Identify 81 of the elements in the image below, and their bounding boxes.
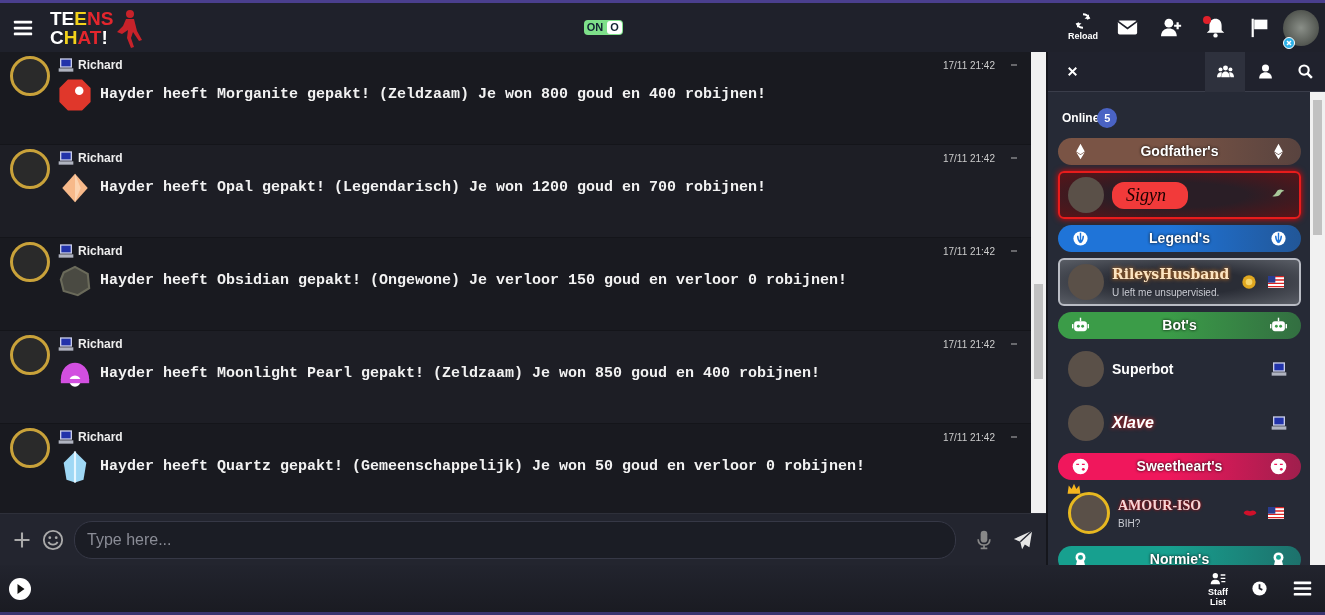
username[interactable]: Richard <box>78 335 123 353</box>
group-tab[interactable] <box>1205 51 1245 92</box>
close-icon[interactable] <box>1065 65 1079 78</box>
online-count: 5 <box>1097 108 1118 128</box>
avatar <box>1068 351 1104 387</box>
striped-flag-icon <box>1265 274 1287 290</box>
microphone-button[interactable] <box>974 529 994 550</box>
computer-icon <box>58 150 74 166</box>
computer-icon <box>58 429 74 445</box>
alert-dot <box>1203 15 1211 24</box>
group-label: Sweetheart's <box>1136 457 1223 476</box>
message-input[interactable]: Type here... <box>74 520 956 559</box>
history-button[interactable] <box>1251 580 1268 597</box>
computer-icon <box>1271 415 1287 431</box>
avatar <box>10 428 50 468</box>
message-text: Hayder heeft Moonlight Pearl gepakt! (Zeldzaam) Je won 850 goud en 400 robijnen! <box>100 363 821 384</box>
close-badge-icon <box>1283 36 1295 49</box>
staff-list-button[interactable]: Staff List <box>1201 570 1235 607</box>
status-message: U left me unsupervisied. <box>1112 286 1220 300</box>
group-icon <box>1216 63 1234 80</box>
timestamp: 17/11 21:42 <box>942 151 995 166</box>
robot-icon <box>1072 317 1089 334</box>
emblem-icon <box>1072 230 1089 247</box>
computer-icon <box>1271 361 1287 377</box>
avatar <box>1068 405 1104 441</box>
bell-icon <box>1204 17 1226 38</box>
group-label: Normie's <box>1149 550 1210 565</box>
avatar <box>10 56 50 96</box>
avatar <box>1068 177 1104 213</box>
send-button[interactable] <box>1012 528 1034 551</box>
username[interactable]: Xlave <box>1112 411 1154 435</box>
username[interactable]: Superbot <box>1112 358 1174 380</box>
message-text: Hayder heeft Morganite gepakt! (Zeldzaam) Je won 800 goud en 400 robijnen! <box>100 84 767 105</box>
computer-icon <box>58 336 74 352</box>
message-text: Hayder heeft Quartz gepakt! (Gemeenschappelijk) Je won 50 goud en verloor 0 robijnen! <box>100 456 866 477</box>
group-label: Legend's <box>1149 229 1210 248</box>
striped-flag-icon <box>1265 505 1287 521</box>
add-user-icon <box>1160 17 1182 38</box>
message-text: Hayder heeft Opal gepakt! (Legendarisch) Je won 1200 goud en 700 robijnen! <box>100 177 767 198</box>
timestamp: 17/11 21:42 <box>942 58 995 73</box>
computer-icon <box>58 57 74 73</box>
logo-text: TEENS <box>50 8 114 28</box>
user-card[interactable]: Sigyn <box>1058 171 1301 219</box>
face-icon <box>1072 458 1089 475</box>
status-toggle[interactable]: ON O <box>583 20 623 35</box>
avatar <box>10 242 50 282</box>
username[interactable]: AMOUR-ISO <box>1118 495 1202 516</box>
group-label: Bot's <box>1162 316 1197 335</box>
username[interactable]: RileysHusband <box>1112 264 1230 285</box>
reload-icon <box>1074 11 1092 30</box>
user-icon <box>1256 63 1274 80</box>
face-icon <box>1270 458 1287 475</box>
online-label: Online <box>1062 110 1100 127</box>
avatar <box>10 335 50 375</box>
logo-text: CHAT! <box>50 27 109 47</box>
username[interactable]: Sigyn <box>1112 181 1188 209</box>
timestamp: 17/11 21:42 <box>942 337 995 352</box>
timestamp: 17/11 21:42 <box>942 244 995 259</box>
group-label: Godfather's <box>1140 142 1219 161</box>
username[interactable]: Richard <box>78 428 123 446</box>
user-card[interactable]: RileysHusband U left me unsupervisied. <box>1058 258 1301 306</box>
avatar[interactable] <box>1283 9 1319 46</box>
avatar <box>10 149 50 189</box>
username[interactable]: Richard <box>78 242 123 260</box>
search-icon <box>1296 63 1314 80</box>
reload-button[interactable]: Reload <box>1063 4 1103 51</box>
username[interactable]: Richard <box>78 56 123 74</box>
avatar <box>1068 264 1104 300</box>
scrollbar[interactable] <box>1310 92 1325 565</box>
play-button[interactable] <box>8 576 32 601</box>
staff-icon <box>1210 570 1226 587</box>
computer-icon <box>58 243 74 259</box>
status-message: BIH? <box>1118 517 1141 531</box>
timestamp: 17/11 21:42 <box>942 430 995 445</box>
username[interactable]: Richard <box>78 149 123 167</box>
medal-icon <box>1241 274 1257 290</box>
emoji-button[interactable] <box>42 528 64 551</box>
scrollbar[interactable] <box>1031 52 1046 513</box>
message-text: Hayder heeft Obsidian gepakt! (Ongewone) Je verloor 150 goud en verloor 0 robijnen! <box>100 270 848 291</box>
robot-icon <box>1270 317 1287 334</box>
emblem-icon <box>1270 230 1287 247</box>
